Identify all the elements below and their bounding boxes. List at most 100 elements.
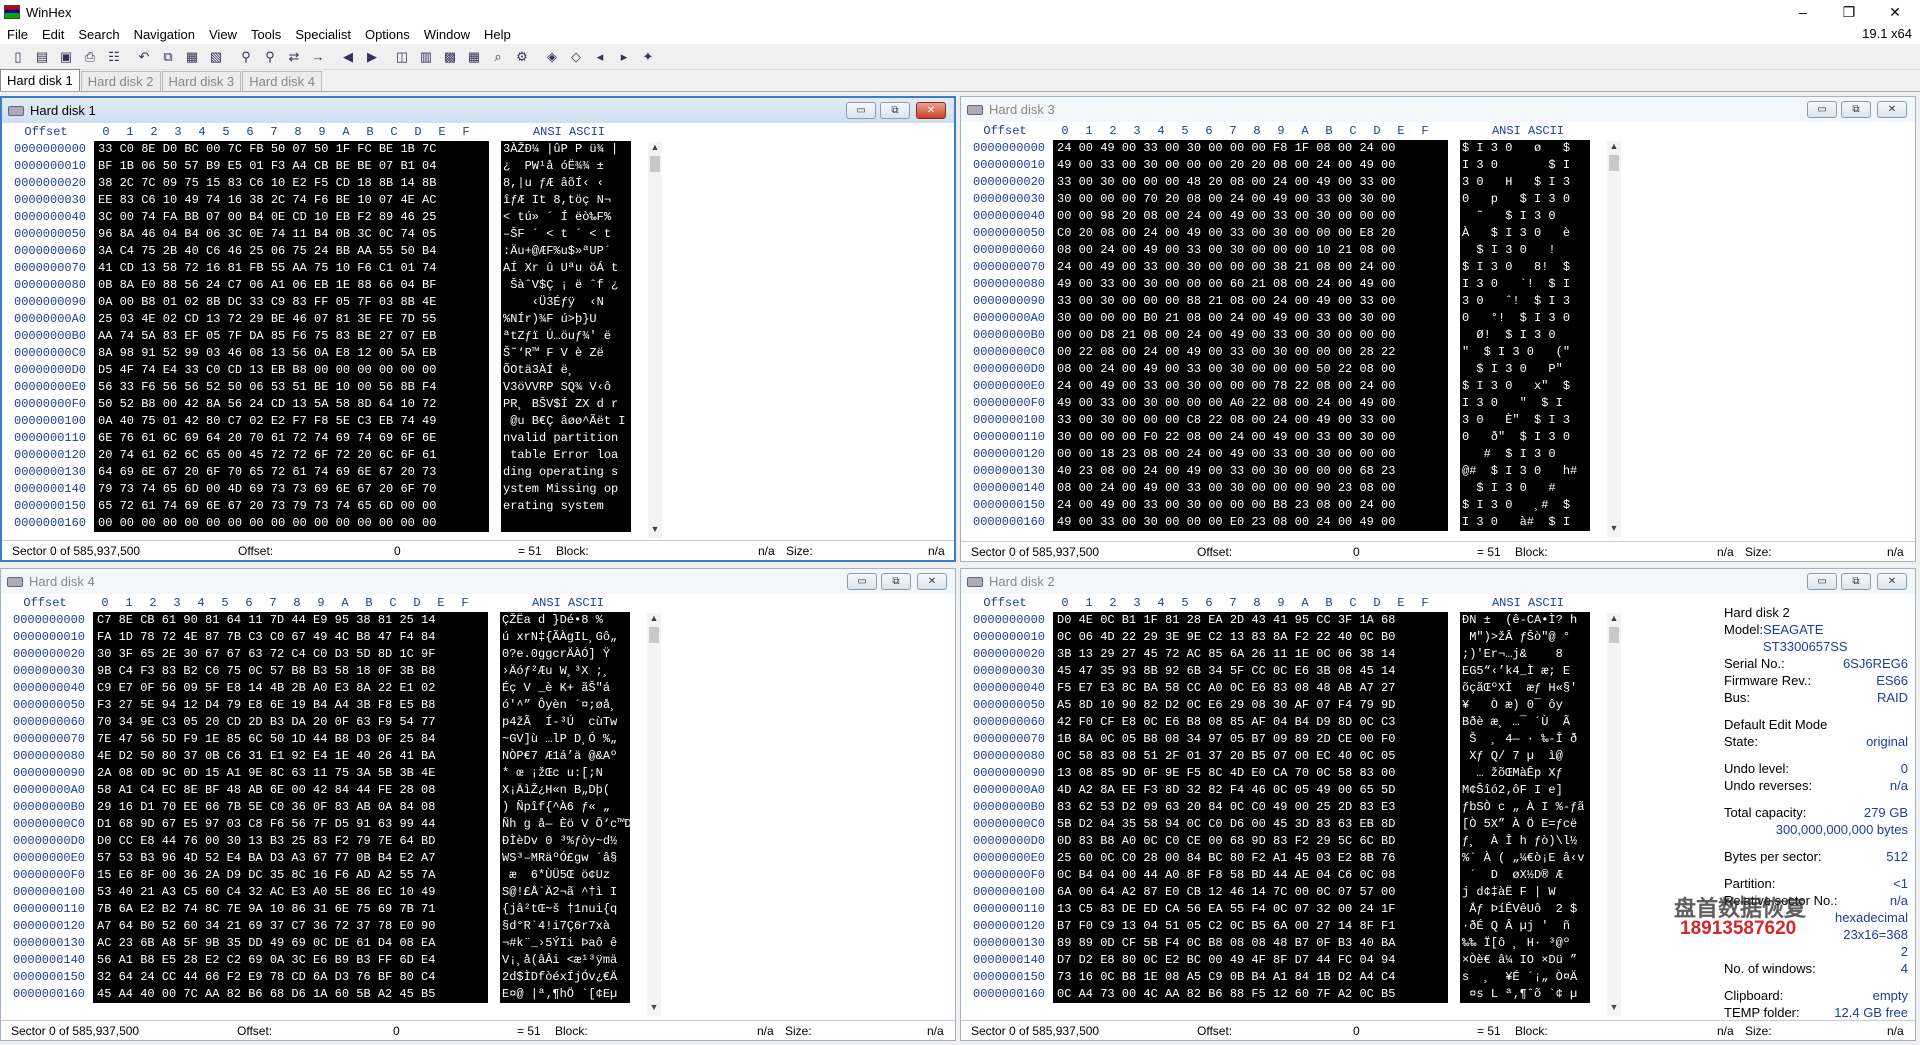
ascii-row[interactable]: ¥ Ò æ) 0¯ ôy [1460,697,1590,714]
hex-row[interactable]: 24 00 49 00 33 00 30 00 00 00 F8 1F 08 0… [1053,140,1448,157]
prev-page-icon[interactable]: ◂ [589,46,611,68]
hex-row[interactable]: 50 52 B8 00 42 8A 56 24 CD 13 5A 58 8D 6… [94,396,489,413]
ascii-row[interactable]: ¤s L ª‚¶ˆõ `¢ µ [1460,986,1590,1003]
ascii-row[interactable]: ªtZƒï Ú…öuƒ¾' ë [501,328,631,345]
ascii-row[interactable]: j d¢‡àË F | W [1460,884,1590,901]
hex-row[interactable]: 0C 58 83 08 51 2F 01 37 20 B5 07 00 EC 4… [1053,748,1448,765]
hex-row[interactable]: 89 89 0D CF 5B F4 0C B8 08 08 48 B7 0F B… [1053,935,1448,952]
open-disk-icon[interactable]: ◫ [391,46,413,68]
hex-window-1[interactable]: Hard disk 1 ▭ ⧉ ✕ Offset 0 1 2 3 4 5 6 7 8 9 A B C D E F ANSI… [0,96,956,562]
ascii-row[interactable]: @# $ I 3 0 h# [1460,463,1590,480]
hex-row[interactable]: 00 00 D8 21 08 00 24 00 49 00 33 00 30 0… [1053,327,1448,344]
hex-row[interactable]: 49 00 33 00 30 00 00 00 A0 22 08 00 24 0… [1053,395,1448,412]
hex-row[interactable]: 24 00 49 00 33 00 30 00 00 00 38 21 08 0… [1053,259,1448,276]
ascii-row[interactable]: {jâ²tŒ~š †1nui{q [500,901,630,918]
copy-block-icon[interactable]: ◇ [565,46,587,68]
forward-icon[interactable]: ▶ [361,46,383,68]
ascii-row[interactable]: PR¸ BŠV$Í ZX d r [501,396,631,413]
scroll-down-arrow[interactable]: ▼ [647,1002,661,1016]
ascii-row[interactable]: Š˜‘R™ F V è Zë [501,345,631,362]
hex-row[interactable]: 79 73 74 65 6D 00 4D 69 73 73 69 6E 67 2… [94,481,489,498]
hex-row[interactable]: 30 00 00 00 F0 22 08 00 24 00 49 00 33 0… [1053,429,1448,446]
ascii-row[interactable]: I 3 0 `! $ I [1460,276,1590,293]
ascii-row[interactable]: $ I 3 0 ¸# $ [1460,497,1590,514]
hex-window-titlebar[interactable]: Hard disk 1 ▭ ⧉ ✕ [2,98,954,123]
ascii-row[interactable]: " $ I 3 0 (" [1460,344,1590,361]
ascii-row[interactable]: %` À ( „¼€ò¡E â‹v [1460,850,1590,867]
ascii-row[interactable]: 0 p $ I 3 0 [1460,191,1590,208]
back-icon[interactable]: ◀ [337,46,359,68]
ascii-row[interactable]: < tú» ´ Í ëò‰F% [501,209,631,226]
hex-row[interactable]: AA 74 5A 83 EF 05 7F DA 85 F6 75 83 BE 2… [94,328,489,345]
hex-row[interactable]: D0 4E 0C B1 1F 81 28 EA 2D 43 41 95 CC 3… [1053,612,1448,629]
hex-row[interactable]: 38 2C 7C 09 75 15 83 C6 10 E2 F5 CD 18 8… [94,175,489,192]
hex-row[interactable]: BF 1B 06 50 57 B9 E5 01 F3 A4 CB BE BE 0… [94,158,489,175]
ascii-row[interactable]: I 3 0 $ I [1460,157,1590,174]
hex-row[interactable]: FA 1D 78 72 4E 87 7B C3 C0 67 49 4C B8 4… [93,629,488,646]
ascii-row[interactable]: ƒ¸ À Î h ƒò)\l½ [1460,833,1590,850]
ascii-row[interactable]: §d°R`4!i7Ç6r7xà [500,918,630,935]
ascii-row[interactable]: ‰‰ Ï[ô ¸ H· ³@º [1460,935,1590,952]
ascii-row[interactable]: V¡¸å(âÂi <æ¹³ÿmä [500,952,630,969]
ascii-row[interactable]: ) Ñpîf{^À6 ƒ« „ [500,799,630,816]
hex-window-titlebar[interactable]: Hard disk 4 ▭ ⧉ ✕ [1,569,955,594]
hex-row[interactable]: 5B D2 04 35 58 94 0C C0 D6 00 45 3D 83 6… [1053,816,1448,833]
minimize-button[interactable]: – [1780,0,1826,24]
ascii-data-area[interactable]: ÐN ± (ê-CA•Ì? h M")>žÂ ƒŠò"@ ° ;)'Er¬…j& … [1460,612,1590,1003]
window-close-button[interactable]: ✕ [916,102,946,119]
hex-row[interactable]: 40 23 08 00 24 00 49 00 33 00 30 00 00 0… [1053,463,1448,480]
ascii-row[interactable]: æ 6*ÙÜ5Œ ö­¢Uz [500,867,630,884]
hex-row[interactable]: 3A C4 75 2B 40 C6 46 25 06 75 24 BB AA 5… [94,243,489,260]
window-restore-button[interactable]: ⧉ [1841,573,1871,590]
ascii-row[interactable]: X¡ÄìŽ¿H«n B„Dþ( [500,782,630,799]
hex-row[interactable]: 53 40 21 A3 C5 60 C4 32 AC E3 A0 5E 86 E… [93,884,488,901]
hex-row[interactable]: D0 CC E8 44 76 00 30 13 B3 25 83 F2 79 7… [93,833,488,850]
scroll-up-arrow[interactable]: ▲ [648,142,662,156]
hex-row[interactable]: 25 60 0C C0 28 00 84 BC 80 F2 A1 45 03 E… [1053,850,1448,867]
vertical-scrollbar[interactable]: ▲ ▼ [1607,141,1621,537]
hex-row[interactable]: 08 00 24 00 49 00 33 00 30 00 00 00 90 2… [1053,480,1448,497]
window-minimize-button[interactable]: ▭ [846,102,876,119]
copy-icon[interactable]: ⧉ [157,46,179,68]
ascii-row[interactable]: ¿ PW¹å óË¾¾ ± [501,158,631,175]
hex-row[interactable]: 30 00 00 00 B0 21 08 00 24 00 49 00 33 0… [1053,310,1448,327]
ascii-row[interactable]: ›Äóƒ²Æu W¸³X ;¸ [500,663,630,680]
ascii-row[interactable]: Ñh g å— Èö V Õ‘c™D [500,816,630,833]
ascii-row[interactable]: S@!£Å`Ä2¬ã ^†ì I [500,884,630,901]
menu-options[interactable]: Options [358,27,417,42]
window-close-button[interactable]: ✕ [1877,101,1907,118]
ascii-row[interactable]: $ I 3 0 x" $ [1460,378,1590,395]
hex-data-area[interactable]: D0 4E 0C B1 1F 81 28 EA 2D 43 41 95 CC 3… [1053,612,1448,1003]
maximize-button[interactable]: ❐ [1826,0,1872,24]
ascii-row[interactable]: ˜ $ I 3 0 [1460,208,1590,225]
hex-row[interactable]: C9 E7 0F 56 09 5F E8 14 4B 2B A0 E3 8A 2… [93,680,488,697]
hex-row[interactable]: 4D A2 8A EE F3 8D 32 82 F4 46 0C 05 49 0… [1053,782,1448,799]
hex-data-area[interactable]: 33 C0 8E D0 BC 00 7C FB 50 07 50 1F FC B… [94,141,489,532]
ascii-row[interactable]: p4žÃ Í-³Ú cùTw [500,714,630,731]
hex-row[interactable]: A7 64 B0 52 60 34 21 69 37 C7 36 72 37 7… [93,918,488,935]
ascii-row[interactable]: 0 ð" $ I 3 0 [1460,429,1590,446]
ascii-row[interactable]: WS³–MRäºÓ£gw ´â§ [500,850,630,867]
scroll-up-arrow[interactable]: ▲ [1607,141,1621,155]
undo-icon[interactable]: ↶ [133,46,155,68]
ascii-row[interactable]: 3ÀŽÐ¼ |ûP P ü¾ | [501,141,631,158]
ascii-row[interactable]: $ I 3 0 # [1460,480,1590,497]
ascii-row[interactable]: ystem Missing op [501,481,631,498]
hex-row[interactable]: 7B 6A E2 B2 74 8C 7E 9A 10 86 31 6E 75 6… [93,901,488,918]
hex-row[interactable]: 33 C0 8E D0 BC 00 7C FB 50 07 50 1F FC B… [94,141,489,158]
ascii-row[interactable]: @u B€Ç âøø^Ãët I [501,413,631,430]
scroll-up-arrow[interactable]: ▲ [1607,613,1621,627]
menu-navigation[interactable]: Navigation [127,27,202,42]
hex-row[interactable]: 00 00 00 00 00 00 00 00 00 00 00 00 00 0… [94,515,489,532]
ascii-row[interactable]: … žõŒMàÊp Xƒ [1460,765,1590,782]
hex-row[interactable]: D5 4F 74 E4 33 C0 CD 13 EB B8 00 00 00 0… [94,362,489,379]
scroll-down-arrow[interactable]: ▼ [1607,1002,1621,1016]
window-restore-button[interactable]: ⧉ [1841,101,1871,118]
ascii-row[interactable]: table Error loa [501,447,631,464]
ascii-row[interactable]: Åƒ ÞíÊVêUô 2 $ [1460,901,1590,918]
hex-row[interactable]: 33 00 30 00 00 00 48 20 08 00 24 00 49 0… [1053,174,1448,191]
hex-row[interactable]: 4E D2 50 80 37 0B C6 31 E1 92 E4 1E 40 2… [93,748,488,765]
ascii-row[interactable]: ding operating s [501,464,631,481]
ascii-row[interactable]: ÐN ± (ê-CA•Ì? h [1460,612,1590,629]
ascii-row[interactable]: ~GV]ù …lP D¸Ó %„ [500,731,630,748]
